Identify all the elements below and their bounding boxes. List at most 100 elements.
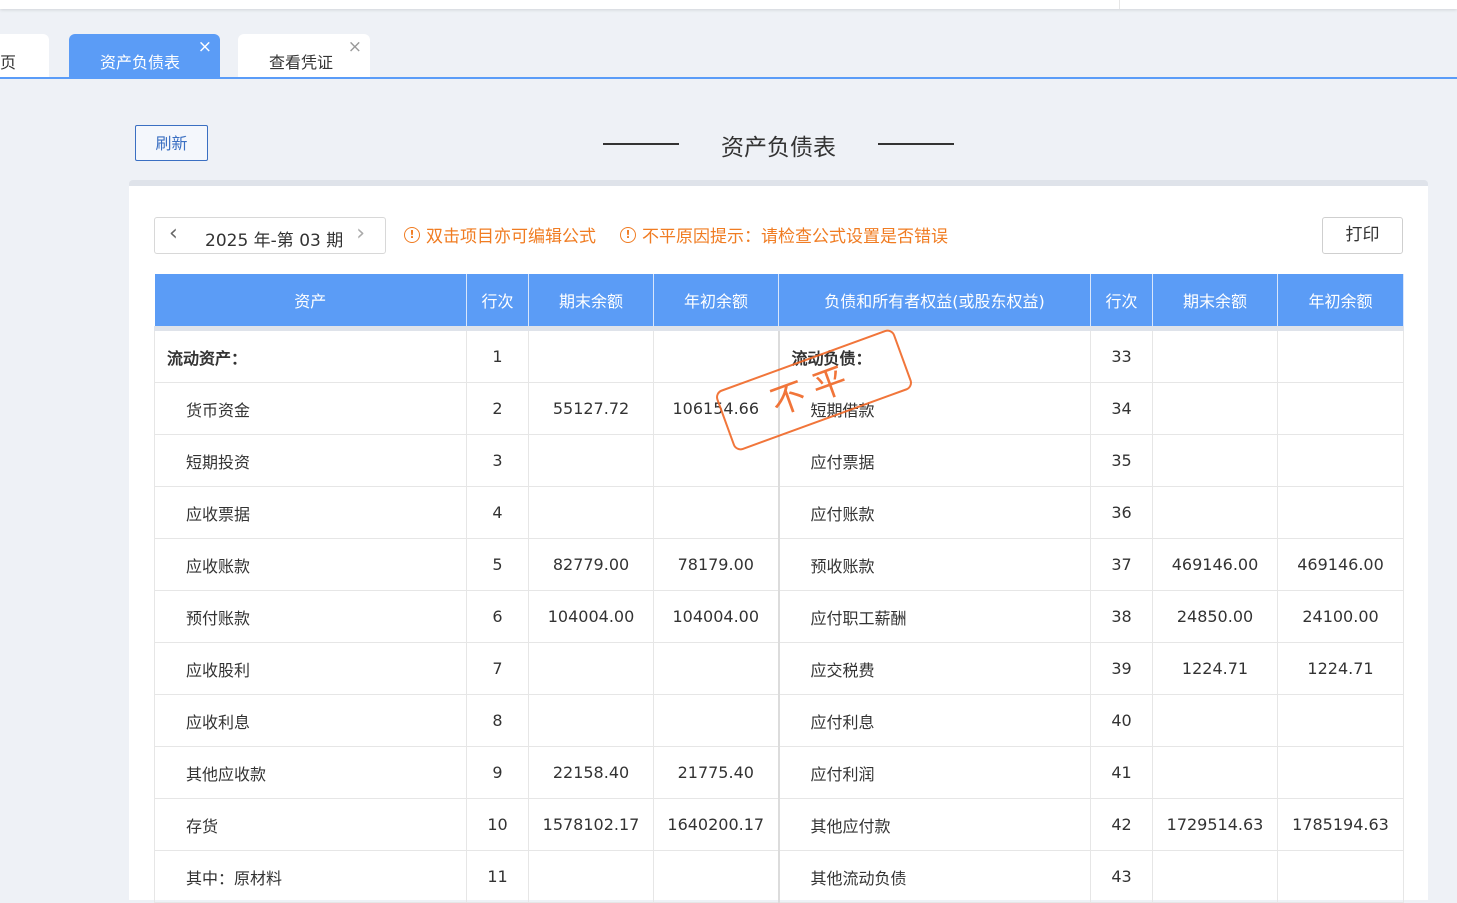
tab-balance-sheet[interactable]: 资产负债表 × <box>69 34 220 78</box>
asset-name-cell[interactable]: 货币资金 <box>154 382 467 435</box>
liability-line-no-cell[interactable]: 40 <box>1090 694 1153 747</box>
liability-line-no-cell[interactable]: 34 <box>1090 382 1153 435</box>
table-row[interactable]: 应收账款 5 82779.00 78179.00 预收账款 37 469146.00 4691… <box>154 538 1404 591</box>
liability-opening-balance-cell[interactable]: 1224.71 <box>1277 642 1404 695</box>
liability-opening-balance-cell[interactable]: 24100.00 <box>1277 590 1404 643</box>
chevron-right-icon[interactable]: › <box>356 221 365 246</box>
asset-name-cell[interactable]: 应收账款 <box>154 538 467 591</box>
liability-line-no-cell[interactable]: 42 <box>1090 798 1153 851</box>
liability-name-cell[interactable]: 预收账款 <box>778 538 1091 591</box>
liability-opening-balance-cell[interactable] <box>1277 486 1404 539</box>
asset-ending-balance-cell[interactable] <box>528 642 654 695</box>
liability-ending-balance-cell[interactable] <box>1152 746 1278 799</box>
asset-ending-balance-cell[interactable] <box>528 434 654 487</box>
liability-ending-balance-cell[interactable]: 469146.00 <box>1152 538 1278 591</box>
asset-ending-balance-cell[interactable]: 55127.72 <box>528 382 654 435</box>
asset-opening-balance-cell[interactable]: 78179.00 <box>653 538 780 591</box>
refresh-button[interactable]: 刷新 <box>135 125 208 161</box>
liability-opening-balance-cell[interactable] <box>1277 434 1404 487</box>
asset-name-cell[interactable]: 流动资产： <box>154 328 467 383</box>
liability-opening-balance-cell[interactable] <box>1277 694 1404 747</box>
print-button[interactable]: 打印 <box>1322 217 1403 254</box>
asset-ending-balance-cell[interactable]: 82779.00 <box>528 538 654 591</box>
table-row[interactable]: 应收利息 8 应付利息 40 <box>154 694 1404 747</box>
asset-opening-balance-cell[interactable]: 21775.40 <box>653 746 780 799</box>
asset-name-cell[interactable]: 预付账款 <box>154 590 467 643</box>
liability-opening-balance-cell[interactable] <box>1277 382 1404 435</box>
asset-opening-balance-cell[interactable] <box>653 486 780 539</box>
liability-ending-balance-cell[interactable]: 24850.00 <box>1152 590 1278 643</box>
liability-opening-balance-cell[interactable] <box>1277 746 1404 799</box>
table-row[interactable]: 预付账款 6 104004.00 104004.00 应付职工薪酬 38 24850.00 2… <box>154 590 1404 643</box>
liability-ending-balance-cell[interactable] <box>1152 434 1278 487</box>
asset-line-no-cell[interactable]: 9 <box>466 746 529 799</box>
liability-line-no-cell[interactable]: 41 <box>1090 746 1153 799</box>
asset-line-no-cell[interactable]: 7 <box>466 642 529 695</box>
table-row[interactable]: 应收股利 7 应交税费 39 1224.71 1224.71 <box>154 642 1404 695</box>
asset-opening-balance-cell[interactable]: 104004.00 <box>653 590 780 643</box>
info-icon: ! <box>404 226 420 243</box>
liability-name-cell[interactable]: 应交税费 <box>778 642 1091 695</box>
table-row[interactable]: 其他应收款 9 22158.40 21775.40 应付利润 41 <box>154 746 1404 799</box>
asset-name-cell[interactable]: 存货 <box>154 798 467 851</box>
liability-line-no-cell[interactable]: 35 <box>1090 434 1153 487</box>
liability-ending-balance-cell[interactable] <box>1152 694 1278 747</box>
liability-ending-balance-cell[interactable]: 1729514.63 <box>1152 798 1278 851</box>
liability-name-cell[interactable]: 应付账款 <box>778 486 1091 539</box>
table-row[interactable]: 短期投资 3 应付票据 35 <box>154 434 1404 487</box>
period-label: 2025 年-第 03 期 <box>205 231 344 251</box>
liability-name-cell[interactable]: 应付利润 <box>778 746 1091 799</box>
asset-line-no-cell[interactable]: 2 <box>466 382 529 435</box>
asset-ending-balance-cell[interactable]: 104004.00 <box>528 590 654 643</box>
liability-ending-balance-cell[interactable]: 1224.71 <box>1152 642 1278 695</box>
liability-line-no-cell[interactable]: 39 <box>1090 642 1153 695</box>
hint-unbalanced: ! 不平原因提示：请检查公式设置是否错误 <box>620 222 948 247</box>
asset-line-no-cell[interactable]: 8 <box>466 694 529 747</box>
asset-opening-balance-cell[interactable]: 1640200.17 <box>653 798 780 851</box>
asset-name-cell[interactable]: 应收票据 <box>154 486 467 539</box>
asset-opening-balance-cell[interactable] <box>653 642 780 695</box>
tab-view-voucher[interactable]: 查看凭证 × <box>238 34 370 78</box>
hint-unbalanced-text: 不平原因提示：请检查公式设置是否错误 <box>642 227 948 247</box>
period-selector[interactable]: ‹ 2025 年-第 03 期 › <box>154 217 386 254</box>
asset-line-no-cell[interactable]: 4 <box>466 486 529 539</box>
asset-line-no-cell[interactable]: 3 <box>466 434 529 487</box>
chevron-left-icon[interactable]: ‹ <box>169 221 178 246</box>
asset-line-no-cell[interactable]: 5 <box>466 538 529 591</box>
liability-ending-balance-cell[interactable] <box>1152 382 1278 435</box>
liability-name-cell[interactable]: 应付利息 <box>778 694 1091 747</box>
asset-ending-balance-cell[interactable] <box>528 694 654 747</box>
tab-home[interactable]: 页 <box>0 34 49 78</box>
close-icon[interactable]: × <box>348 39 362 56</box>
asset-line-no-cell[interactable]: 10 <box>466 798 529 851</box>
asset-name-cell[interactable]: 短期投资 <box>154 434 467 487</box>
liability-ending-balance-cell[interactable] <box>1152 328 1278 383</box>
liability-opening-balance-cell[interactable] <box>1277 328 1404 383</box>
title-decoration-left <box>603 143 679 145</box>
liability-ending-balance-cell[interactable] <box>1152 486 1278 539</box>
liability-opening-balance-cell[interactable]: 469146.00 <box>1277 538 1404 591</box>
asset-name-cell[interactable]: 应收股利 <box>154 642 467 695</box>
liability-name-cell[interactable]: 其他应付款 <box>778 798 1091 851</box>
table-row[interactable]: 应收票据 4 应付账款 36 <box>154 486 1404 539</box>
liability-opening-balance-cell[interactable]: 1785194.63 <box>1277 798 1404 851</box>
asset-line-no-cell[interactable]: 1 <box>466 328 529 383</box>
asset-ending-balance-cell[interactable]: 22158.40 <box>528 746 654 799</box>
liability-line-no-cell[interactable]: 38 <box>1090 590 1153 643</box>
table-row[interactable]: 存货 10 1578102.17 1640200.17 其他应付款 42 1729514.6… <box>154 798 1404 851</box>
asset-ending-balance-cell[interactable] <box>528 328 654 383</box>
liability-line-no-cell[interactable]: 36 <box>1090 486 1153 539</box>
liability-line-no-cell[interactable]: 37 <box>1090 538 1153 591</box>
asset-name-cell[interactable]: 其他应收款 <box>154 746 467 799</box>
asset-opening-balance-cell[interactable] <box>653 694 780 747</box>
tab-balance-sheet-label: 资产负债表 <box>100 53 181 72</box>
top-bar <box>0 0 1457 9</box>
liability-name-cell[interactable]: 应付职工薪酬 <box>778 590 1091 643</box>
close-icon[interactable]: × <box>198 39 212 56</box>
asset-ending-balance-cell[interactable] <box>528 486 654 539</box>
asset-name-cell[interactable]: 应收利息 <box>154 694 467 747</box>
asset-ending-balance-cell[interactable]: 1578102.17 <box>528 798 654 851</box>
liability-line-no-cell[interactable]: 33 <box>1090 328 1153 383</box>
asset-line-no-cell[interactable]: 6 <box>466 590 529 643</box>
liability-name-cell[interactable]: 应付票据 <box>778 434 1091 487</box>
